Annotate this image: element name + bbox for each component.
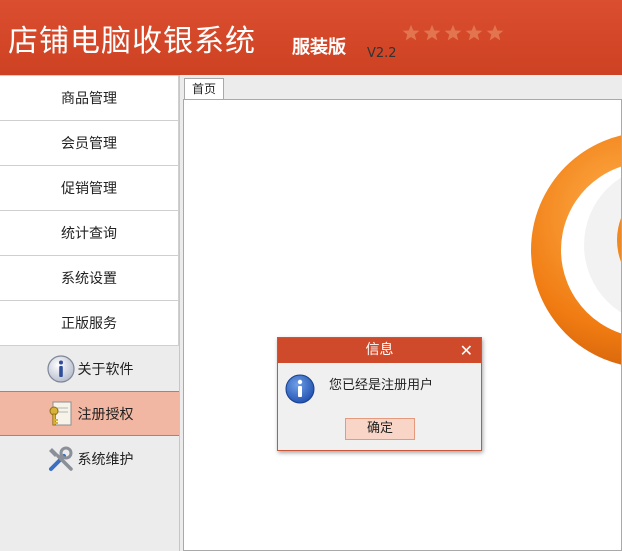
sidebar-item-label: 系统设置 [61,271,117,287]
tool-item-label: 系统维护 [77,451,134,468]
sidebar-item-license-service[interactable]: 正版服务 [0,300,179,346]
key-icon [49,401,71,425]
info-dialog: 信息 ✕ 您已经是注册用户 确定 [277,337,482,451]
app-version: V2.2 [367,46,397,61]
sidebar-item-label: 会员管理 [61,136,117,152]
star-icon [486,24,504,41]
app-header: 店铺电脑收银系统 服装版 V2.2 [0,0,622,75]
sidebar-item-products[interactable]: 商品管理 [0,75,179,120]
info-icon [46,354,75,383]
sidebar-item-members[interactable]: 会员管理 [0,120,179,165]
sidebar: 商品管理 会员管理 促销管理 统计查询 系统设置 正版服务 关于软件 注册授权 … [0,75,180,551]
sidebar-item-label: 促销管理 [61,181,117,197]
sidebar-item-label: 统计查询 [61,226,117,242]
brand-logo [531,135,621,365]
info-icon [285,374,315,404]
dialog-message: 您已经是注册用户 [329,378,434,393]
star-icon [402,24,420,41]
star-icon [465,24,483,41]
tool-item-registration[interactable]: 注册授权 [0,391,179,436]
tools-icon [48,446,73,471]
sidebar-item-statistics[interactable]: 统计查询 [0,210,179,255]
star-icon [444,24,462,41]
home-content [183,99,622,551]
tool-item-about[interactable]: 关于软件 [0,346,179,391]
sidebar-item-label: 正版服务 [61,316,117,332]
app-edition: 服装版 [292,37,346,58]
tool-item-label: 关于软件 [77,361,134,378]
tool-item-maintenance[interactable]: 系统维护 [0,436,179,481]
sidebar-item-label: 商品管理 [61,91,117,107]
ok-button[interactable]: 确定 [345,418,415,440]
rating-stars [402,24,504,42]
sidebar-item-settings[interactable]: 系统设置 [0,255,179,300]
tab-home[interactable]: 首页 [184,78,224,100]
sidebar-item-promotions[interactable]: 促销管理 [0,165,179,210]
tool-item-label: 注册授权 [77,406,134,423]
star-icon [423,24,441,41]
app-title: 店铺电脑收银系统 [8,24,256,59]
main-area: 首页 [180,75,622,551]
close-icon[interactable]: ✕ [460,338,473,363]
dialog-title: 信息 [278,338,481,363]
